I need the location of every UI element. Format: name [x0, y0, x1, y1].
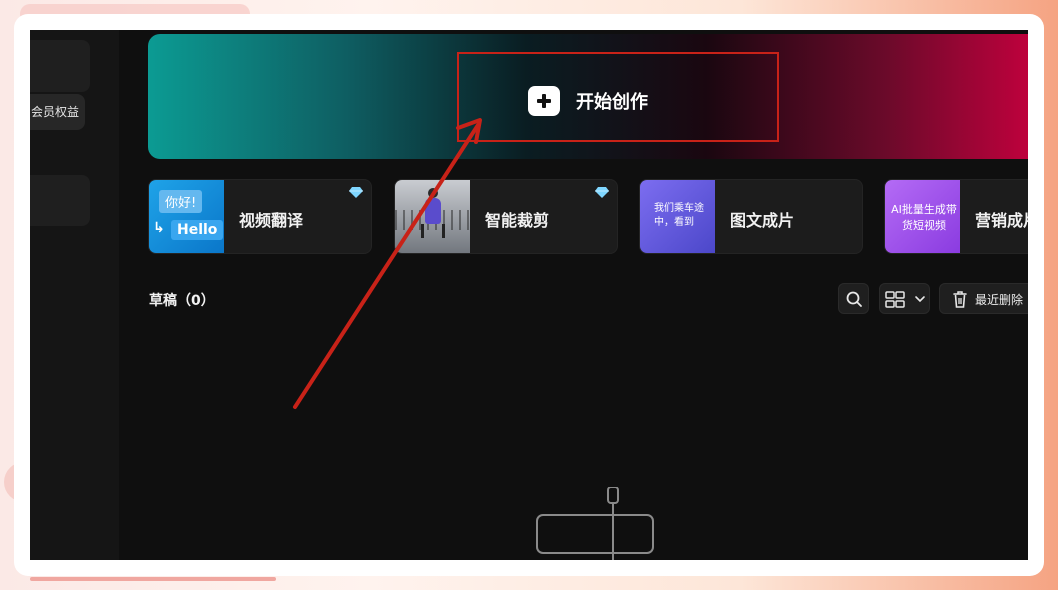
- scroll-indicator: [30, 577, 276, 581]
- member-benefits-button[interactable]: 会员权益: [30, 94, 85, 130]
- search-button[interactable]: [838, 283, 869, 314]
- thumb-text: 我们乘车途中，看到: [654, 203, 704, 228]
- thumb-person: [425, 198, 441, 224]
- search-icon: [846, 291, 862, 307]
- thumb-person-head: [428, 188, 438, 198]
- tool-label: 智能裁剪: [485, 211, 550, 230]
- sidebar-card[interactable]: [30, 40, 90, 92]
- arrow-icon: ↳: [153, 220, 165, 236]
- member-benefits-label: 会员权益: [30, 105, 79, 119]
- tool-label: 营销成片: [975, 211, 1028, 230]
- tool-card-video-translate[interactable]: 你好! ↳ Hello 视频翻译: [148, 179, 372, 254]
- sidebar-card[interactable]: [30, 175, 90, 226]
- thumb-text: AI批量生成带货短视频: [891, 203, 957, 232]
- trash-icon: [953, 291, 967, 308]
- sidebar: 会员权益: [30, 30, 119, 560]
- marketing-video-thumbnail: AI批量生成带货短视频: [885, 180, 960, 253]
- thumb-person-legs: [421, 224, 445, 238]
- view-mode-dropdown[interactable]: [879, 283, 930, 314]
- empty-drafts-illustration: [536, 487, 654, 560]
- annotation-highlight-box: [457, 52, 779, 142]
- tool-card-marketing-video[interactable]: AI批量生成带货短视频 营销成片: [884, 179, 1028, 254]
- tool-card-smart-crop[interactable]: 智能裁剪: [394, 179, 618, 254]
- tool-label: 图文成片: [730, 211, 795, 230]
- recently-deleted-label: 最近删除: [975, 293, 1024, 307]
- recently-deleted-button[interactable]: 最近删除: [939, 283, 1028, 314]
- tool-label: 视频翻译: [239, 211, 304, 230]
- thumb-text: 你好!: [159, 190, 203, 213]
- drafts-title: 草稿（0）: [149, 293, 215, 309]
- text-to-video-thumbnail: 我们乘车途中，看到: [640, 180, 715, 253]
- grid-view-icon: [885, 291, 925, 308]
- tool-card-text-to-video[interactable]: 我们乘车途中，看到 图文成片: [639, 179, 863, 254]
- smart-crop-thumbnail: [395, 180, 470, 253]
- app-window: 会员权益 开始创作 你好! ↳ Hello 视频翻译 智能裁剪 我们乘车途中，看…: [30, 30, 1028, 560]
- video-translate-thumbnail: 你好! ↳ Hello: [149, 180, 224, 253]
- diamond-icon: [349, 187, 363, 198]
- thumb-text: Hello: [171, 220, 224, 240]
- diamond-icon: [595, 187, 609, 198]
